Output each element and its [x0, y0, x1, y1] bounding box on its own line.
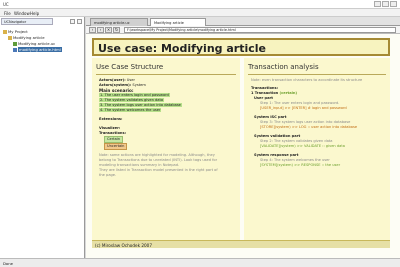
editor-tabs: modifying article.uc Modifying article — [86, 17, 400, 26]
section-heading: Transaction analysis — [248, 63, 319, 71]
forward-icon[interactable]: › — [97, 27, 104, 33]
folder-icon — [3, 30, 7, 34]
page-header: Use case: Modifying article — [92, 38, 390, 56]
divider — [248, 74, 386, 75]
menu-file[interactable]: File — [4, 11, 11, 16]
part-code: [SYSTEM](system) >> RESPONSE :: the user — [260, 163, 341, 167]
tree-item-folder[interactable]: Modifying article — [8, 35, 45, 40]
menu-bar: File Window Help — [0, 9, 400, 17]
minimize-button[interactable] — [374, 1, 381, 7]
page-title: Use case: Modifying article — [98, 42, 266, 55]
panel-minimize-icon[interactable] — [70, 19, 75, 24]
address-field[interactable]: F:\workspace\My Project\Modifying articl… — [124, 27, 396, 33]
window-title: UC — [3, 2, 9, 7]
file-icon — [13, 42, 17, 46]
browser-content: Use case: Modifying article Use Case Str… — [86, 34, 400, 258]
section-heading: Use Case Structure — [96, 63, 164, 71]
divider — [96, 74, 236, 75]
menu-help[interactable]: Help — [30, 11, 39, 16]
tree-item-uc-file[interactable]: Modifying article.uc — [13, 41, 55, 46]
title-bar: UC — [0, 0, 400, 9]
use-case-structure-panel: Use Case Structure Actors(user): User Ac… — [92, 58, 240, 240]
navigator-tab[interactable]: UCNavigator — [1, 18, 53, 25]
tree-item-html-file[interactable]: modifying article.html — [13, 47, 62, 52]
part-code: [VALIDATE](system) >> VALIDATE :: given … — [260, 144, 345, 148]
menu-window[interactable]: Window — [14, 11, 30, 16]
browser-toolbar: ‹ › × ↻ F:\workspace\My Project\Modifyin… — [86, 26, 400, 34]
scenario-step: 4. The system welcomes the user — [99, 108, 162, 112]
extensions-label: Extensions: — [99, 117, 123, 121]
refresh-icon[interactable]: ↻ — [113, 27, 120, 33]
part-code: [STORE](system) >> LOG :: user action in… — [260, 125, 358, 129]
file-icon — [13, 48, 17, 52]
tree-item-project[interactable]: My Project — [3, 29, 28, 34]
part-code: [USER_input] >> [ENTER] # login and pass… — [260, 106, 347, 110]
close-button[interactable] — [390, 1, 397, 7]
back-icon[interactable]: ‹ — [89, 27, 96, 33]
stop-icon[interactable]: × — [105, 27, 112, 33]
analysis-note: Note: even transaction characters to acc… — [251, 78, 363, 82]
maximize-button[interactable] — [382, 1, 389, 7]
page-footer: (c) Miroslaw Ochodek 2007 — [92, 240, 390, 248]
navigator-panel: UCNavigator My Project Modifying article… — [0, 17, 85, 258]
transaction-uncertain[interactable]: Uncertain — [104, 143, 240, 150]
folder-icon — [8, 36, 12, 40]
transaction-certain[interactable]: Certain — [104, 136, 240, 143]
tab-browser[interactable]: Modifying article — [150, 18, 206, 26]
note-line: the page. — [99, 173, 117, 177]
transaction-analysis-panel: Transaction analysis Note: even transact… — [244, 58, 390, 240]
tab-uc-file[interactable]: modifying article.uc — [90, 18, 148, 26]
panel-maximize-icon[interactable] — [77, 19, 82, 24]
status-bar: Done — [0, 258, 400, 267]
